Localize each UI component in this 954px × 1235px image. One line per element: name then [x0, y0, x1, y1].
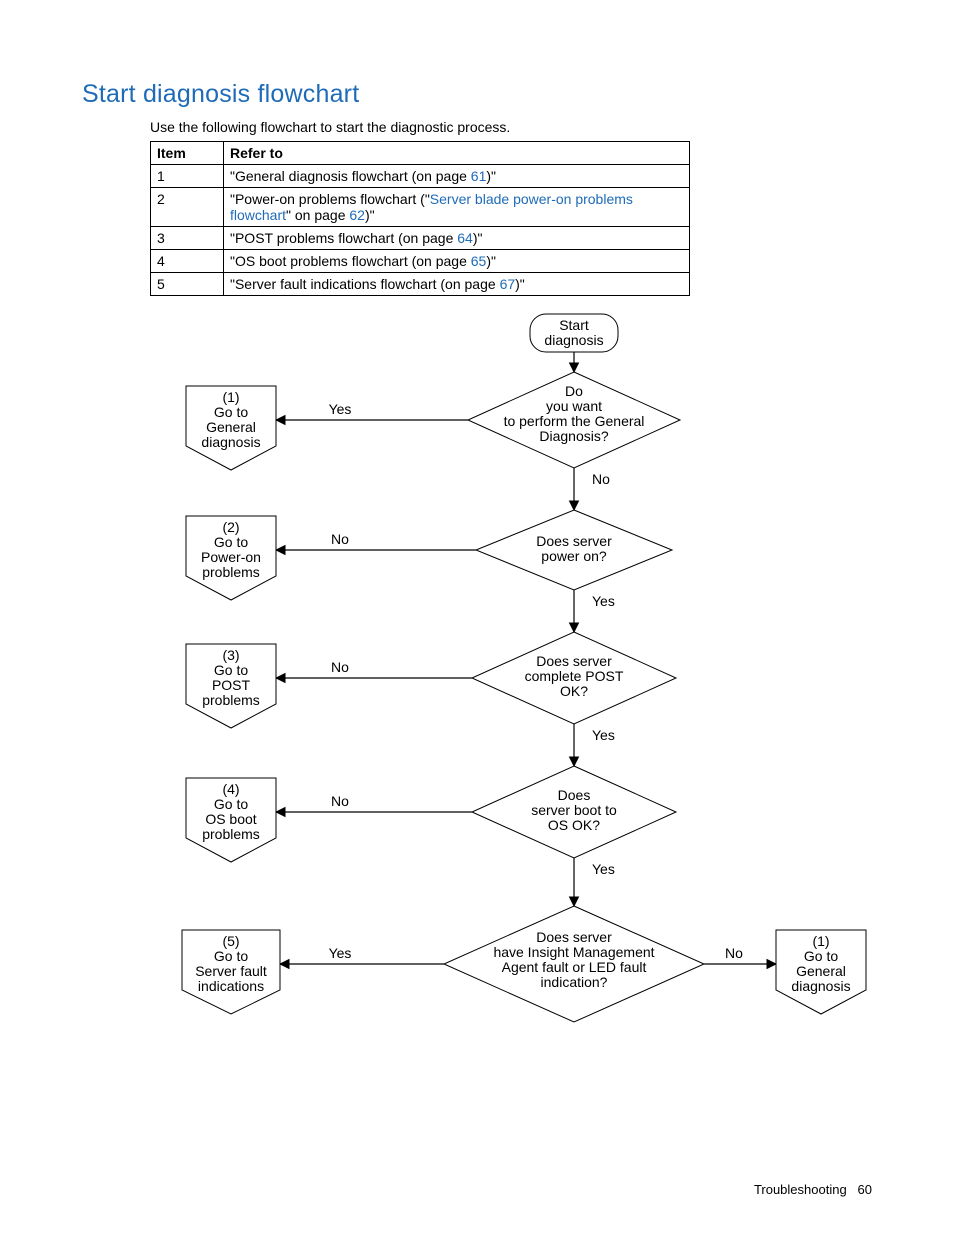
label-yes: Yes — [592, 593, 615, 609]
label-yes: Yes — [592, 861, 615, 877]
o2-text: Go to — [214, 534, 248, 550]
footer-page: 60 — [858, 1182, 872, 1197]
o6-text: diagnosis — [791, 978, 850, 994]
cell-item: 5 — [151, 273, 224, 296]
page-title: Start diagnosis flowchart — [82, 80, 872, 109]
d3-text: complete POST — [525, 668, 624, 684]
o1-text: Go to — [214, 404, 248, 420]
table-row: 3 "POST problems flowchart (on page 64)" — [151, 227, 690, 250]
o4-text: Go to — [214, 796, 248, 812]
o3-text: problems — [202, 692, 260, 708]
d3-text: Does server — [536, 653, 612, 669]
cell-refer: "POST problems flowchart (on page 64)" — [224, 227, 690, 250]
d5-text: have Insight Management — [493, 944, 654, 960]
page-footer: Troubleshooting 60 — [754, 1182, 872, 1197]
d1-text: to perform the General — [504, 413, 645, 429]
label-no: No — [331, 659, 349, 675]
o5-text: Go to — [214, 948, 248, 964]
o3-text: POST — [212, 677, 251, 693]
cell-refer: "Power-on problems flowchart ("Server bl… — [224, 188, 690, 227]
d3-text: OK? — [560, 683, 588, 699]
reference-table: Item Refer to 1 "General diagnosis flowc… — [150, 141, 690, 296]
cell-refer: "General diagnosis flowchart (on page 61… — [224, 165, 690, 188]
page-link[interactable]: 67 — [500, 276, 516, 292]
th-item: Item — [151, 142, 224, 165]
cell-refer: "OS boot problems flowchart (on page 65)… — [224, 250, 690, 273]
cell-item: 2 — [151, 188, 224, 227]
o2-text: problems — [202, 564, 260, 580]
o4-text: OS boot — [205, 811, 256, 827]
cell-item: 1 — [151, 165, 224, 188]
page-link[interactable]: 64 — [457, 230, 473, 246]
o2-text: (2) — [222, 519, 239, 535]
page-link[interactable]: 65 — [471, 253, 487, 269]
d1-text: Diagnosis? — [539, 428, 608, 444]
o3-text: Go to — [214, 662, 248, 678]
o6-text: General — [796, 963, 846, 979]
table-row: 1 "General diagnosis flowchart (on page … — [151, 165, 690, 188]
label-no: No — [725, 945, 743, 961]
d1-text: Do — [565, 383, 583, 399]
table-row: 2 "Power-on problems flowchart ("Server … — [151, 188, 690, 227]
table-row: 5 "Server fault indications flowchart (o… — [151, 273, 690, 296]
label-yes: Yes — [592, 727, 615, 743]
o4-text: problems — [202, 826, 260, 842]
o1-text: General — [206, 419, 256, 435]
o4-text: (4) — [222, 781, 239, 797]
cell-item: 4 — [151, 250, 224, 273]
d5-text: Agent fault or LED fault — [502, 959, 647, 975]
d1-text: you want — [546, 398, 602, 414]
o3-text: (3) — [222, 647, 239, 663]
th-refer: Refer to — [224, 142, 690, 165]
table-row: 4 "OS boot problems flowchart (on page 6… — [151, 250, 690, 273]
d5-text: indication? — [541, 974, 608, 990]
intro-text: Use the following flowchart to start the… — [150, 119, 872, 135]
o5-text: indications — [198, 978, 264, 994]
start-text: Start — [559, 317, 589, 333]
o2-text: Power-on — [201, 549, 261, 565]
d4-text: Does — [558, 787, 591, 803]
o1-text: (1) — [222, 389, 239, 405]
d4-text: OS OK? — [548, 817, 600, 833]
label-yes: Yes — [329, 401, 352, 417]
o5-text: (5) — [222, 933, 239, 949]
flowchart: Start diagnosis Do you want to perform t… — [150, 312, 890, 1092]
label-yes: Yes — [329, 945, 352, 961]
d2-text: power on? — [541, 548, 607, 564]
d4-text: server boot to — [531, 802, 617, 818]
o1-text: diagnosis — [201, 434, 260, 450]
start-text: diagnosis — [544, 332, 603, 348]
o5-text: Server fault — [195, 963, 267, 979]
footer-section: Troubleshooting — [754, 1182, 847, 1197]
d2-text: Does server — [536, 533, 612, 549]
label-no: No — [331, 531, 349, 547]
label-no: No — [331, 793, 349, 809]
page-link[interactable]: 61 — [471, 168, 487, 184]
o6-text: (1) — [812, 933, 829, 949]
cell-item: 3 — [151, 227, 224, 250]
d5-text: Does server — [536, 929, 612, 945]
page-link[interactable]: 62 — [349, 207, 365, 223]
o6-text: Go to — [804, 948, 838, 964]
label-no: No — [592, 471, 610, 487]
cell-refer: "Server fault indications flowchart (on … — [224, 273, 690, 296]
